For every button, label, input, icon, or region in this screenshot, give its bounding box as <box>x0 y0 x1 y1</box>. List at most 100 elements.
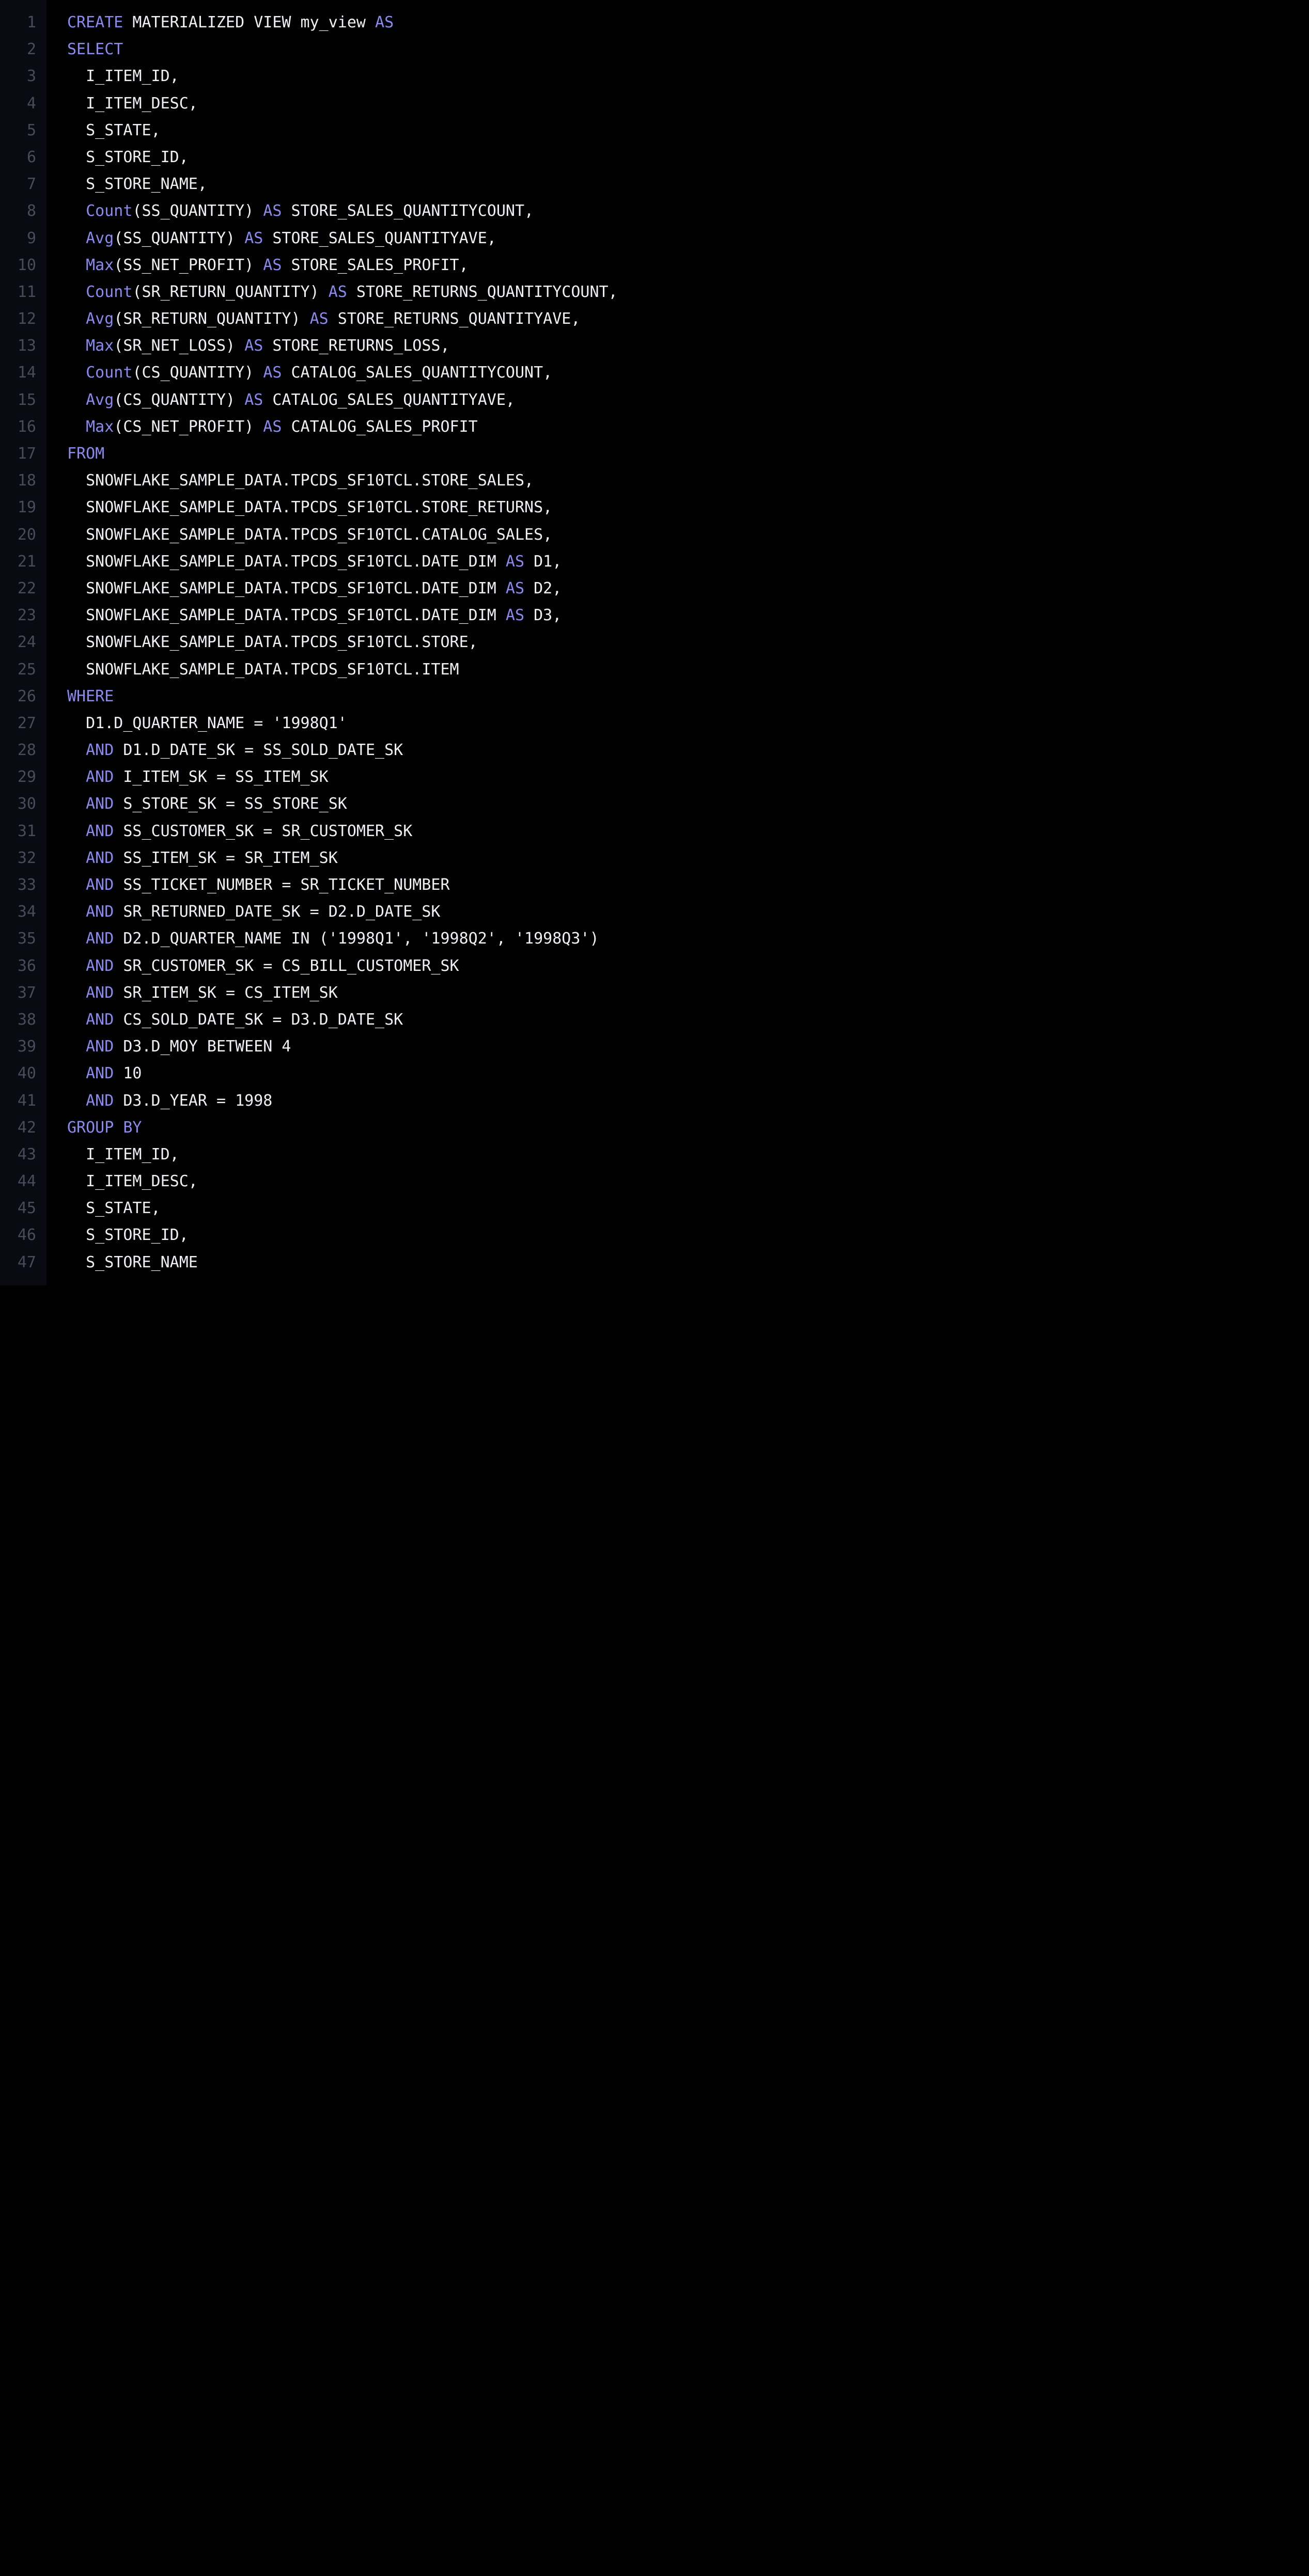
line-number: 11 <box>0 279 36 306</box>
code-line: S_STATE, <box>67 1195 1309 1222</box>
line-number: 12 <box>0 306 36 333</box>
token-txt: MATERIALIZED VIEW my_view <box>123 13 375 32</box>
token-fn: Count <box>86 202 132 220</box>
line-number: 16 <box>0 414 36 441</box>
token-txt: SNOWFLAKE_SAMPLE_DATA.TPCDS_SF10TCL.DATE… <box>67 579 506 598</box>
token-kw: WHERE <box>67 687 114 705</box>
token-txt: SNOWFLAKE_SAMPLE_DATA.TPCDS_SF10TCL.STOR… <box>67 472 534 490</box>
code-line: AND SR_RETURNED_DATE_SK = D2.D_DATE_SK <box>67 899 1309 925</box>
token-txt: S_STORE_NAME <box>67 1253 198 1271</box>
line-number: 22 <box>0 575 36 602</box>
token-txt <box>67 1038 86 1056</box>
token-kw: AND <box>86 930 114 948</box>
token-txt <box>67 876 86 894</box>
code-line: AND S_STORE_SK = SS_STORE_SK <box>67 791 1309 818</box>
token-kw: AND <box>86 768 114 786</box>
token-txt: STORE_SALES_QUANTITYCOUNT, <box>282 202 534 220</box>
token-kw: AS <box>263 256 282 274</box>
token-txt: D2.D_QUARTER_NAME IN ('1998Q1', '1998Q2'… <box>114 930 599 948</box>
line-number: 23 <box>0 602 36 629</box>
line-number: 4 <box>0 90 36 117</box>
token-kw: AS <box>506 579 524 598</box>
token-kw: AS <box>329 283 347 301</box>
token-txt: CATALOG_SALES_QUANTITYAVE, <box>263 391 515 409</box>
token-txt: STORE_RETURNS_QUANTITYCOUNT, <box>347 283 618 301</box>
token-kw: AS <box>263 202 282 220</box>
token-txt <box>67 1011 86 1029</box>
token-txt <box>67 903 86 921</box>
code-line: S_STATE, <box>67 117 1309 144</box>
line-number: 17 <box>0 441 36 467</box>
code-line: AND SS_ITEM_SK = SR_ITEM_SK <box>67 845 1309 872</box>
code-line: I_ITEM_DESC, <box>67 1168 1309 1195</box>
token-txt: S_STATE, <box>67 121 161 139</box>
token-fn: Max <box>86 418 114 436</box>
code-line: SNOWFLAKE_SAMPLE_DATA.TPCDS_SF10TCL.ITEM <box>67 656 1309 683</box>
code-line: AND I_ITEM_SK = SS_ITEM_SK <box>67 764 1309 791</box>
token-kw: AS <box>506 553 524 571</box>
line-number: 25 <box>0 656 36 683</box>
token-txt <box>67 1064 86 1082</box>
code-line: WHERE <box>67 683 1309 710</box>
token-txt: (CS_NET_PROFIT) <box>114 418 263 436</box>
code-line: S_STORE_NAME <box>67 1249 1309 1276</box>
token-txt: SS_CUSTOMER_SK = SR_CUSTOMER_SK <box>114 822 412 840</box>
code-line: AND 10 <box>67 1060 1309 1087</box>
code-line: S_STORE_NAME, <box>67 171 1309 198</box>
token-kw: AND <box>86 795 114 813</box>
code-line: I_ITEM_ID, <box>67 63 1309 90</box>
token-fn: Avg <box>86 310 114 328</box>
token-txt: I_ITEM_ID, <box>67 1145 179 1164</box>
token-txt <box>67 202 86 220</box>
token-txt <box>67 930 86 948</box>
token-txt <box>67 229 86 247</box>
line-number: 42 <box>0 1114 36 1141</box>
code-line: D1.D_QUARTER_NAME = '1998Q1' <box>67 710 1309 737</box>
token-kw: GROUP BY <box>67 1119 142 1137</box>
token-txt: SNOWFLAKE_SAMPLE_DATA.TPCDS_SF10TCL.DATE… <box>67 606 506 624</box>
token-kw: AS <box>506 606 524 624</box>
code-content: CREATE MATERIALIZED VIEW my_view ASSELEC… <box>46 0 1309 1285</box>
token-txt: (SS_NET_PROFIT) <box>114 256 263 274</box>
token-txt: SNOWFLAKE_SAMPLE_DATA.TPCDS_SF10TCL.ITEM <box>67 661 459 679</box>
line-number: 2 <box>0 36 36 63</box>
code-line: Count(CS_QUANTITY) AS CATALOG_SALES_QUAN… <box>67 359 1309 386</box>
token-kw: AND <box>86 876 114 894</box>
line-number-gutter: 1234567891011121314151617181920212223242… <box>0 0 46 1285</box>
token-txt: SS_ITEM_SK = SR_ITEM_SK <box>114 849 337 867</box>
line-number: 24 <box>0 629 36 656</box>
line-number: 18 <box>0 467 36 494</box>
line-number: 10 <box>0 252 36 279</box>
token-txt: (SS_QUANTITY) <box>132 202 263 220</box>
token-txt: S_STATE, <box>67 1199 161 1217</box>
token-txt: S_STORE_ID, <box>67 148 189 166</box>
token-txt <box>67 768 86 786</box>
token-txt: STORE_RETURNS_LOSS, <box>263 337 449 355</box>
token-txt: I_ITEM_DESC, <box>67 1172 198 1190</box>
token-txt <box>67 310 86 328</box>
line-number: 47 <box>0 1249 36 1276</box>
token-kw: AS <box>244 337 263 355</box>
code-line: Max(SS_NET_PROFIT) AS STORE_SALES_PROFIT… <box>67 252 1309 279</box>
code-line: Avg(CS_QUANTITY) AS CATALOG_SALES_QUANTI… <box>67 387 1309 414</box>
token-txt <box>67 364 86 382</box>
token-kw: AND <box>86 903 114 921</box>
line-number: 19 <box>0 494 36 521</box>
token-txt: (CS_QUANTITY) <box>114 391 244 409</box>
token-txt <box>67 391 86 409</box>
code-line: Count(SS_QUANTITY) AS STORE_SALES_QUANTI… <box>67 198 1309 225</box>
token-kw: AS <box>375 13 394 32</box>
line-number: 44 <box>0 1168 36 1195</box>
line-number: 1 <box>0 9 36 36</box>
code-line: SNOWFLAKE_SAMPLE_DATA.TPCDS_SF10TCL.DATE… <box>67 548 1309 575</box>
code-line: Avg(SR_RETURN_QUANTITY) AS STORE_RETURNS… <box>67 306 1309 333</box>
line-number: 7 <box>0 171 36 198</box>
code-line: AND D2.D_QUARTER_NAME IN ('1998Q1', '199… <box>67 925 1309 952</box>
token-txt: D1, <box>524 553 562 571</box>
code-line: SELECT <box>67 36 1309 63</box>
token-fn: Max <box>86 337 114 355</box>
code-line: AND SR_ITEM_SK = CS_ITEM_SK <box>67 980 1309 1007</box>
token-txt: SNOWFLAKE_SAMPLE_DATA.TPCDS_SF10TCL.STOR… <box>67 498 552 516</box>
code-line: AND SR_CUSTOMER_SK = CS_BILL_CUSTOMER_SK <box>67 953 1309 980</box>
code-line: I_ITEM_ID, <box>67 1141 1309 1168</box>
